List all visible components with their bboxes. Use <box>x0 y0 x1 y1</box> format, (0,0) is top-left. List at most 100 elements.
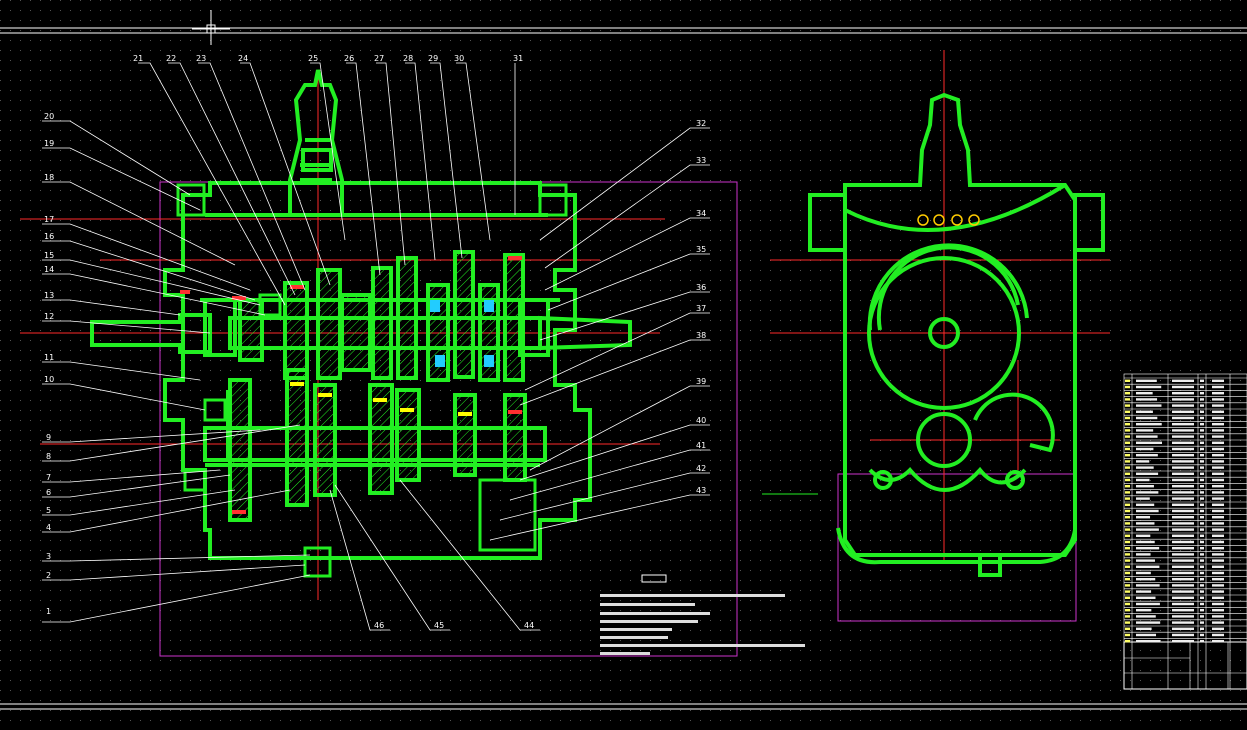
parts-list-cell <box>1136 547 1160 550</box>
parts-list-cell <box>1125 621 1130 624</box>
parts-list-cell <box>1200 429 1204 432</box>
callout-19: 19 <box>44 139 54 148</box>
parts-list-cell <box>1125 553 1130 556</box>
parts-list-cell <box>1212 627 1224 630</box>
parts-list-cell <box>1172 435 1194 438</box>
callout-46: 46 <box>374 621 384 630</box>
parts-list-cell <box>1125 503 1130 506</box>
cad-drawing-canvas: 21 22 23 24 25 26 27 28 29 30 31 20 19 1… <box>0 0 1247 730</box>
parts-list-cell <box>1136 497 1150 500</box>
parts-list-cell <box>1136 565 1160 568</box>
parts-list-cell <box>1125 491 1130 494</box>
parts-list-cell <box>1200 528 1204 531</box>
parts-list-cell <box>1125 596 1130 599</box>
parts-list-cell <box>1172 485 1194 488</box>
parts-list-cell <box>1172 447 1194 451</box>
parts-list-cell <box>1212 615 1224 618</box>
parts-list-cell <box>1125 398 1130 401</box>
parts-list-cell <box>1125 478 1130 482</box>
parts-list-cell <box>1136 416 1158 420</box>
parts-list-cell <box>1136 615 1156 618</box>
parts-list-cell <box>1125 429 1130 432</box>
parts-list-cell <box>1212 509 1224 513</box>
parts-list-cell <box>1212 423 1224 426</box>
parts-list-cell <box>1200 547 1204 550</box>
parts-list-cell <box>1172 410 1194 413</box>
callout-6: 6 <box>46 488 51 497</box>
parts-list-cell <box>1212 404 1224 407</box>
callout-24: 24 <box>238 54 248 63</box>
parts-list-cell <box>1172 615 1194 618</box>
parts-list-cell <box>1212 596 1224 599</box>
parts-list-cell <box>1212 640 1224 643</box>
parts-list-cell <box>1212 485 1224 488</box>
parts-list-cell <box>1212 540 1224 544</box>
parts-list-cell <box>1212 466 1224 469</box>
callout-22: 22 <box>166 54 176 63</box>
parts-list-cell <box>1172 596 1194 599</box>
parts-list-cell <box>1200 621 1204 624</box>
parts-list-cell <box>1125 385 1130 389</box>
parts-list-cell <box>1172 441 1194 444</box>
callout-18: 18 <box>44 173 54 182</box>
parts-list-cell <box>1212 379 1224 382</box>
parts-list-cell <box>1125 578 1130 581</box>
parts-list-cell <box>1172 416 1194 420</box>
parts-list-cell <box>1172 478 1194 482</box>
callout-20: 20 <box>44 112 54 121</box>
parts-list-cell <box>1125 528 1130 531</box>
parts-list-cell <box>1172 423 1194 426</box>
callout-25: 25 <box>308 54 318 63</box>
parts-list-cell <box>1136 478 1150 482</box>
parts-list-cell <box>1125 522 1130 525</box>
parts-list-cell <box>1200 615 1204 618</box>
parts-list-cell <box>1200 416 1204 420</box>
parts-list-cell <box>1136 590 1152 593</box>
parts-list-cell <box>1172 497 1194 500</box>
parts-list-cell <box>1125 602 1130 606</box>
parts-list-cell <box>1125 460 1130 463</box>
parts-list-cell <box>1136 534 1151 537</box>
callout-32: 32 <box>696 119 706 128</box>
parts-list-cell <box>1200 522 1204 525</box>
parts-list-cell <box>1200 633 1204 637</box>
callout-36: 36 <box>696 283 706 292</box>
parts-list-cell <box>1200 609 1204 612</box>
parts-list-cell <box>1125 615 1130 618</box>
parts-list-cell <box>1212 416 1224 420</box>
parts-list-cell <box>1136 435 1158 438</box>
parts-list-cell <box>1136 553 1151 556</box>
callout-26: 26 <box>344 54 354 63</box>
parts-list-cell <box>1212 392 1224 395</box>
parts-list-cell <box>1125 423 1130 426</box>
parts-list-cell <box>1172 454 1194 457</box>
parts-list-cell <box>1125 534 1130 537</box>
parts-list-cell <box>1172 460 1194 463</box>
parts-list-cell <box>1200 478 1204 482</box>
parts-list-cell <box>1200 578 1204 581</box>
parts-list-cell <box>1212 578 1224 581</box>
callout-2: 2 <box>46 571 51 580</box>
callout-1: 1 <box>46 607 51 616</box>
parts-list-cell <box>1200 516 1204 519</box>
parts-list-cell <box>1172 553 1194 556</box>
callout-38: 38 <box>696 331 706 340</box>
parts-list-cell <box>1172 590 1194 593</box>
parts-list-cell <box>1200 472 1204 475</box>
parts-list-cell <box>1172 491 1194 494</box>
parts-list-cell <box>1125 509 1130 513</box>
parts-list-cell <box>1200 410 1204 413</box>
parts-list-cell <box>1200 497 1204 500</box>
parts-list-cell <box>1125 584 1130 587</box>
parts-list-cell <box>1125 447 1130 451</box>
parts-list-cell <box>1172 522 1194 525</box>
parts-list-cell <box>1172 404 1194 407</box>
parts-list-cell <box>1136 385 1162 389</box>
parts-list-cell <box>1200 540 1204 544</box>
parts-list-cell <box>1212 447 1224 451</box>
parts-list-cell <box>1125 547 1130 550</box>
parts-list-cell <box>1136 466 1154 469</box>
parts-list-cell <box>1136 454 1158 457</box>
callout-3: 3 <box>46 552 51 561</box>
parts-list-cell <box>1200 596 1204 599</box>
